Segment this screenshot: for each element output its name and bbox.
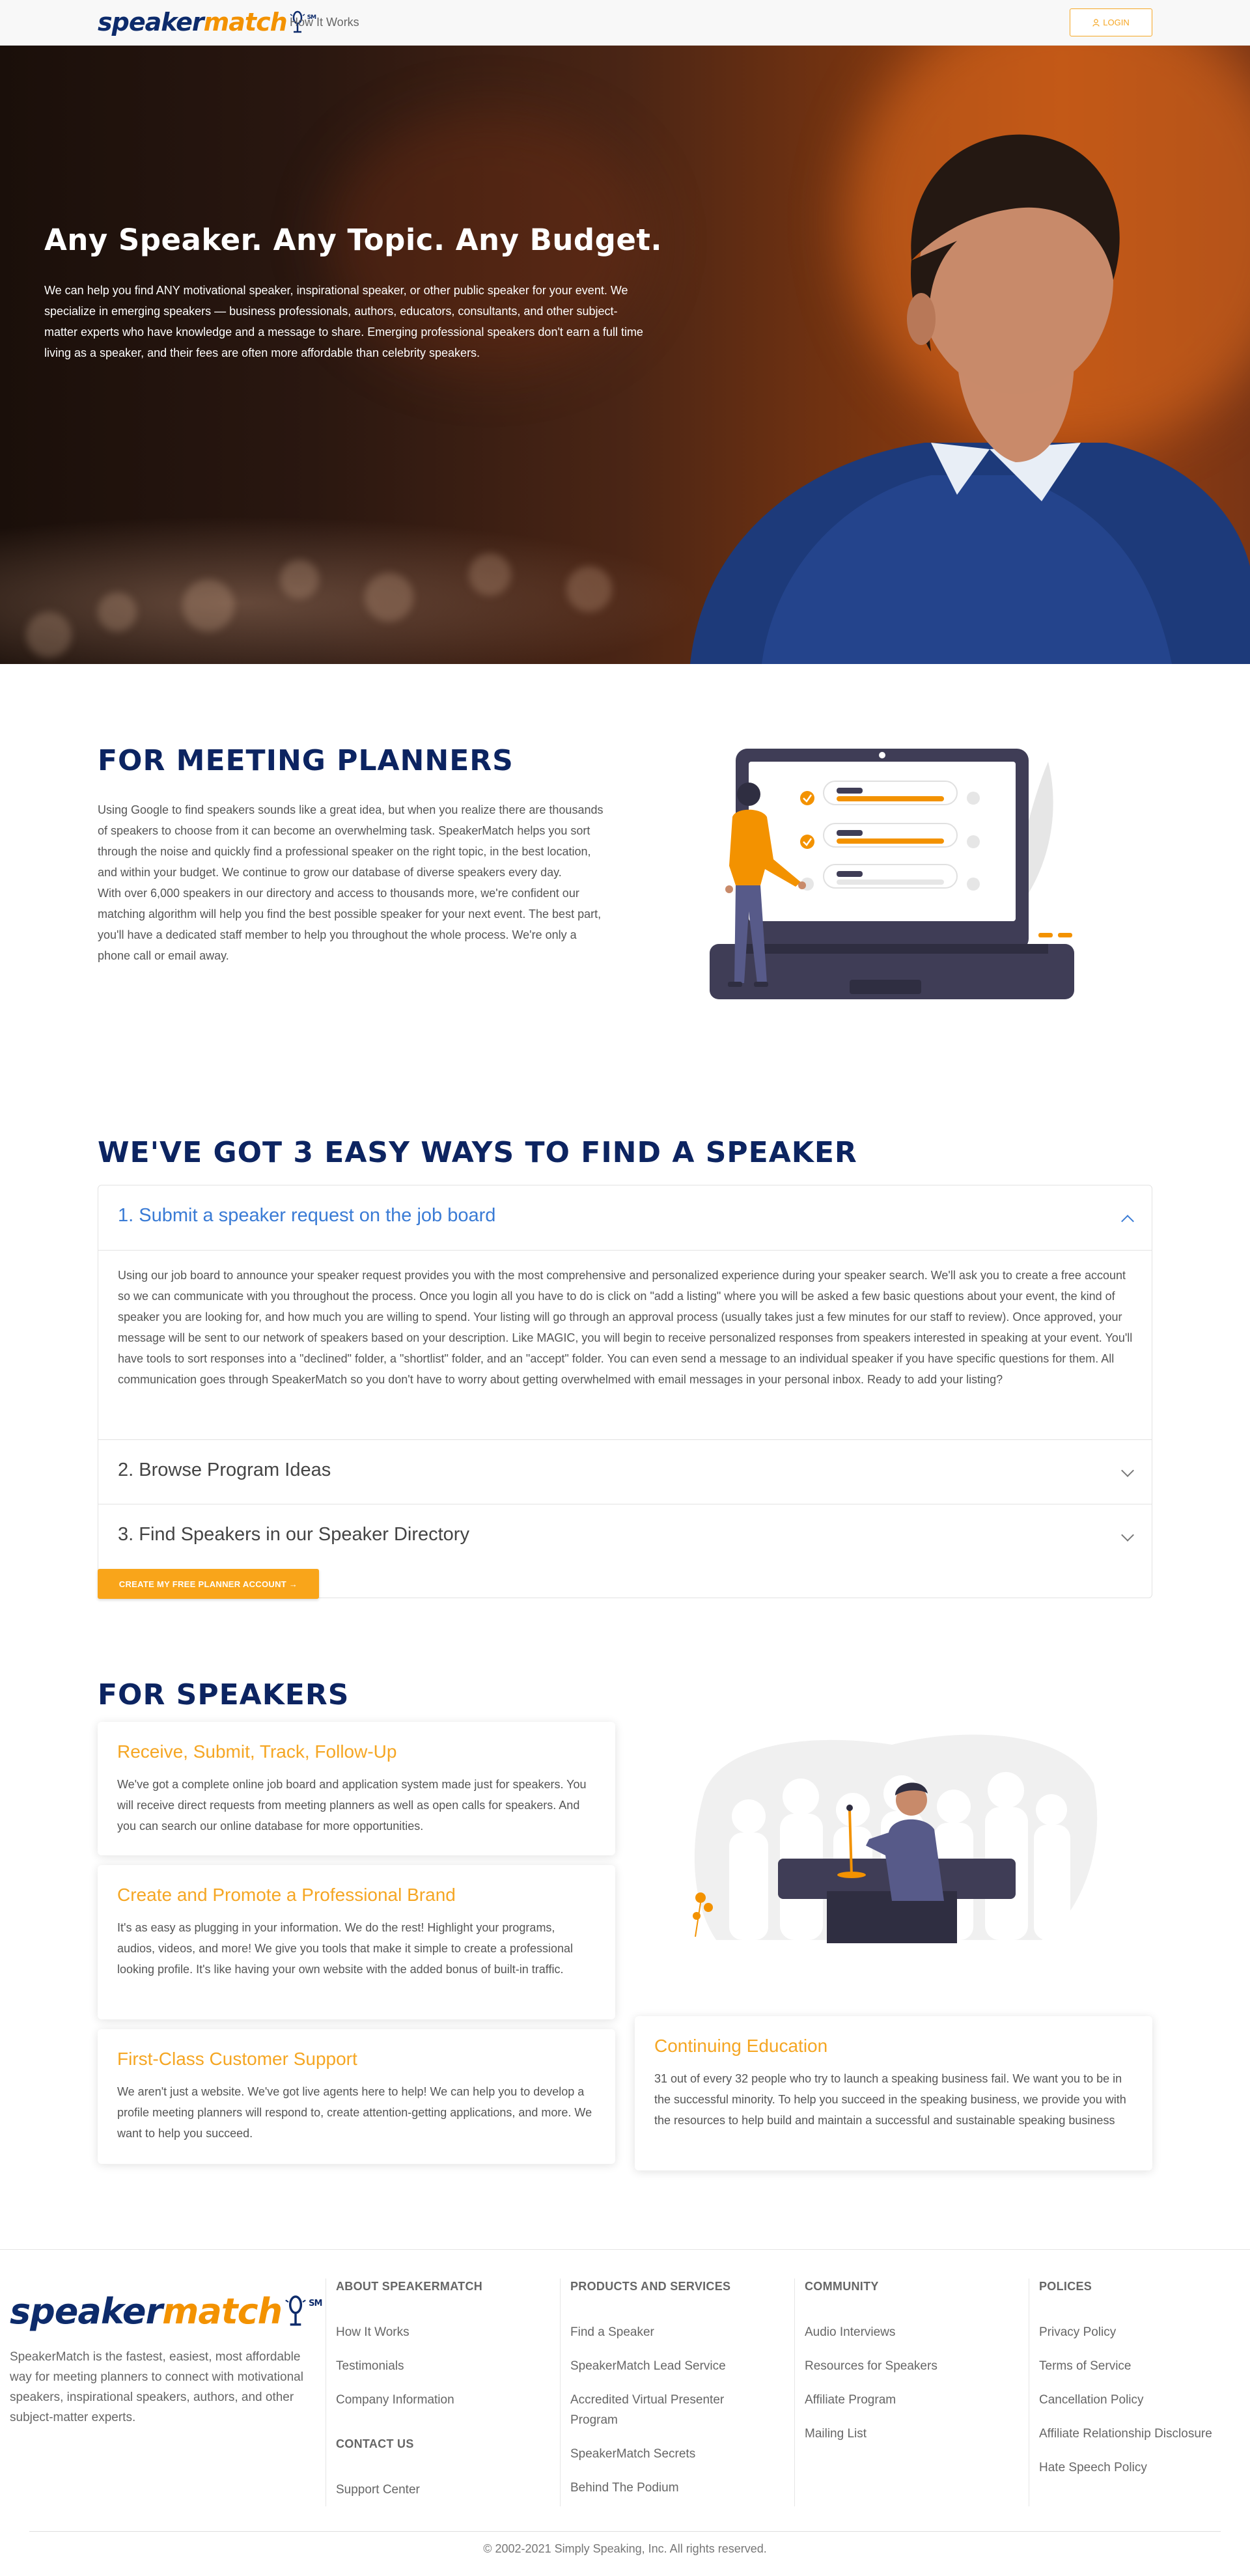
accordion-item-label: 1. Submit a speaker request on the job b… [118,1205,496,1226]
meeting-planners-paragraph: With over 6,000 speakers in our director… [98,887,602,962]
footer-about-column: ABOUT SPEAKERMATCH How It Works Testimon… [336,2280,557,2514]
footer-link[interactable]: Terms of Service [1039,2356,1247,2376]
ways-section-title: WE'VE GOT 3 EASY WAYS TO FIND A SPEAKER [98,1136,857,1169]
card-title: First-Class Customer Support [117,2049,357,2069]
card-text: It's as easy as plugging in your informa… [117,1921,574,1976]
footer-link[interactable]: Behind The Podium [570,2478,766,2498]
hero-bokeh [280,560,319,599]
card-text: We've got a complete online job board an… [117,1778,587,1833]
accordion-item-speaker-directory[interactable]: 3. Find Speakers in our Speaker Director… [98,1504,1152,1570]
hero-title: Any Speaker. Any Topic. Any Budget. [44,223,662,257]
card-title: Receive, Submit, Track, Follow-Up [117,1741,397,1762]
accordion-item-program-ideas[interactable]: 2. Browse Program Ideas [98,1439,1152,1504]
footer-link[interactable]: Privacy Policy [1039,2322,1247,2342]
accordion-item-label: 3. Find Speakers in our Speaker Director… [118,1524,469,1545]
login-button[interactable]: LOGIN [1070,8,1152,36]
footer-column-title: ABOUT SPEAKERMATCH [336,2280,483,2293]
footer-column-divider [794,2278,795,2506]
speaker-feature-card: First-Class Customer Support We aren't j… [98,2029,615,2164]
footer-link[interactable]: Accredited Virtual Presenter Program [570,2390,746,2430]
footer-top-divider [0,2249,1250,2250]
logo-text-speaker: speaker [98,8,204,36]
footer-link[interactable]: SpeakerMatch Lead Service [570,2356,766,2376]
card-title: Create and Promote a Professional Brand [117,1885,456,1905]
footer-column-title: POLICES [1039,2280,1092,2293]
footer-link[interactable]: Audio Interviews [805,2322,1026,2342]
logo-text-match: match [162,2291,283,2332]
accordion-body-job-board: Using our job board to announce your spe… [118,1269,1133,1386]
footer-column-title: COMMUNITY [805,2280,879,2293]
hero-banner: Any Speaker. Any Topic. Any Budget. We c… [0,46,1250,664]
speakermatch-logo[interactable]: speaker match SM [98,8,316,36]
speaker-feature-card: Continuing Education 31 out of every 32 … [635,2016,1152,2170]
speakers-section-title: FOR SPEAKERS [98,1678,350,1711]
create-planner-account-button[interactable]: CREATE MY FREE PLANNER ACCOUNT → [98,1569,319,1599]
footer-policies-column: POLICES Privacy Policy Terms of Service … [1039,2280,1247,2491]
login-label: LOGIN [1103,18,1130,27]
card-title: Continuing Education [654,2036,828,2056]
logo-text-speaker: speaker [10,2291,163,2332]
speaker-podium-illustration [693,1734,1098,1943]
footer-bottom-divider [29,2531,1221,2532]
logo-text-match: match [203,8,288,36]
hero-bokeh [26,612,72,658]
footer-link[interactable]: Affiliate Relationship Disclosure [1039,2424,1247,2444]
footer-link[interactable]: Cancellation Policy [1039,2390,1247,2410]
chevron-up-icon [1121,1215,1134,1228]
hero-bokeh [365,573,413,622]
footer-link[interactable]: Mailing List [805,2424,1026,2444]
footer-link[interactable]: SpeakerMatch Secrets [570,2444,766,2464]
footer-link[interactable]: Find a Speaker [570,2322,766,2342]
meeting-planners-text: Using Google to find speakers sounds lik… [98,799,612,966]
user-icon [1092,18,1100,27]
footer-products-column: PRODUCTS AND SERVICES Find a Speaker Spe… [570,2280,766,2512]
hero-text: We can help you find ANY motivational sp… [44,284,643,359]
hero-bokeh [469,553,511,596]
laptop-checklist-illustration [710,749,1074,999]
footer-link[interactable]: Hate Speech Policy [1039,2458,1247,2478]
accordion-item-job-board[interactable]: 1. Submit a speaker request on the job b… [98,1185,1152,1251]
footer-speakermatch-logo[interactable]: speaker match SM [10,2290,322,2332]
copyright-text: © 2002-2021 Simply Speaking, Inc. All ri… [483,2542,767,2555]
footer-link[interactable]: Support Center [336,2480,557,2500]
footer-column-title: CONTACT US [336,2437,414,2450]
footer-link[interactable]: How It Works [336,2322,557,2342]
ways-accordion: 1. Submit a speaker request on the job b… [98,1185,1152,1598]
footer-column-title: PRODUCTS AND SERVICES [570,2280,731,2293]
footer-link[interactable]: Testimonials [336,2356,557,2376]
meeting-planners-title: FOR MEETING PLANNERS [98,744,514,777]
footer-community-column: COMMUNITY Audio Interviews Resources for… [805,2280,1026,2458]
nav-how-it-works-link[interactable]: How It Works [290,16,359,29]
logo-sm-mark: SM [309,2299,322,2308]
footer-link[interactable]: Resources for Speakers [805,2356,1026,2376]
meeting-planners-paragraph: Using Google to find speakers sounds lik… [98,803,604,879]
card-text: 31 out of every 32 people who try to lau… [654,2072,1126,2127]
chevron-down-icon [1121,1529,1134,1542]
speaker-feature-card: Receive, Submit, Track, Follow-Up We've … [98,1722,615,1855]
speaker-feature-card: Create and Promote a Professional Brand … [98,1865,615,2019]
top-navbar: speaker match SM How It Works LOGIN [0,0,1250,46]
footer-link[interactable]: Affiliate Program [805,2390,1026,2410]
footer-link[interactable]: Company Information [336,2390,557,2410]
hero-bokeh [566,566,612,612]
hero-bokeh [98,592,137,631]
hero-bokeh [182,579,234,631]
accordion-item-label: 2. Browse Program Ideas [118,1460,331,1480]
card-text: We aren't just a website. We've got live… [117,2085,592,2140]
hero-speaker-image [690,134,1250,664]
chevron-down-icon [1121,1464,1134,1477]
microphone-icon [285,2295,306,2326]
footer-column-divider [560,2278,561,2506]
footer-description: SpeakerMatch is the fastest, easiest, mo… [10,2350,303,2424]
